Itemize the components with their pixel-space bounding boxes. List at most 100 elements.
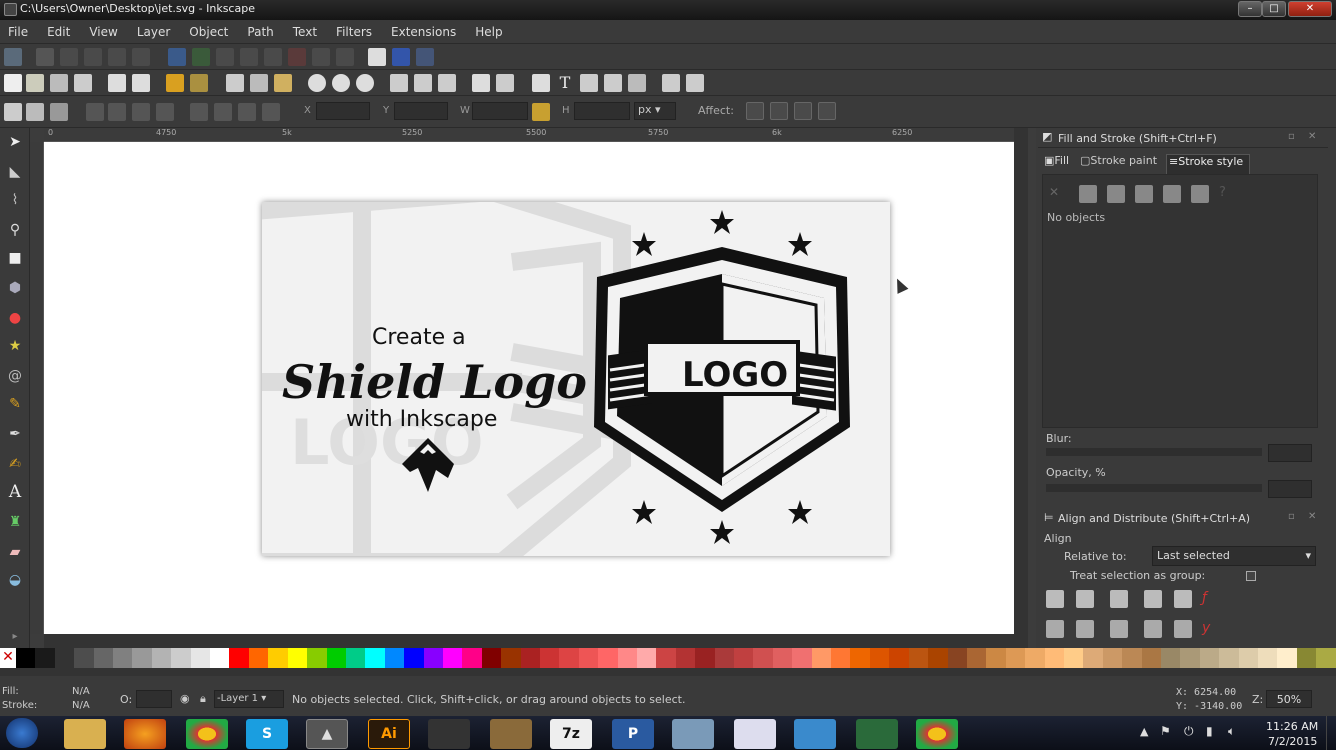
tab-fill[interactable]: ▣Fill: [1044, 154, 1080, 172]
unset-paint-icon[interactable]: ?: [1219, 185, 1237, 203]
menu-text[interactable]: Text: [293, 25, 317, 39]
palette-swatch[interactable]: [1199, 648, 1220, 668]
palette-swatch[interactable]: [501, 648, 521, 668]
palette-swatch[interactable]: [326, 648, 346, 668]
center-horizontal-axis-icon[interactable]: [1110, 620, 1128, 638]
snap-page-icon[interactable]: [368, 48, 386, 66]
align-baseline-icon[interactable]: ƒ: [1202, 590, 1220, 608]
palette-swatch[interactable]: [1122, 648, 1142, 668]
paste-icon[interactable]: [274, 74, 292, 92]
menu-help[interactable]: Help: [475, 25, 502, 39]
preferences-icon[interactable]: [662, 74, 680, 92]
publisher-taskbar-icon[interactable]: P: [612, 719, 654, 749]
menu-extensions[interactable]: Extensions: [391, 25, 456, 39]
menu-path[interactable]: Path: [247, 25, 273, 39]
palette-swatch[interactable]: [986, 648, 1006, 668]
layer-select[interactable]: -Layer 1 ▾: [214, 690, 284, 708]
snap-path-icon[interactable]: [192, 48, 210, 66]
snap-toggle-icon[interactable]: [4, 48, 22, 66]
app11-taskbar-icon[interactable]: [672, 719, 714, 749]
menu-view[interactable]: View: [89, 25, 117, 39]
affect-corners-icon[interactable]: [770, 102, 788, 120]
palette-swatch[interactable]: [1258, 648, 1278, 668]
save-icon[interactable]: [50, 74, 68, 92]
pattern-icon[interactable]: [1163, 185, 1181, 203]
align-top-edges-icon[interactable]: [1174, 620, 1192, 638]
redo-icon[interactable]: [190, 74, 208, 92]
palette-swatch[interactable]: [1102, 648, 1123, 668]
h-input[interactable]: [574, 102, 630, 120]
align-left-icon[interactable]: [1076, 590, 1094, 608]
pen-tool-icon[interactable]: ✒: [5, 424, 25, 444]
paint-taskbar-icon[interactable]: [490, 719, 532, 749]
flag-icon[interactable]: ⚑: [1160, 724, 1171, 738]
clone-icon[interactable]: [414, 74, 432, 92]
clock-date[interactable]: 7/2/2015: [1268, 735, 1317, 748]
palette-swatch[interactable]: [268, 648, 288, 668]
blur-input[interactable]: [1268, 444, 1312, 462]
firefox-taskbar-icon[interactable]: [124, 719, 166, 749]
align-close-icon[interactable]: ✕: [1308, 511, 1316, 522]
palette-swatch[interactable]: [404, 648, 424, 668]
close-button[interactable]: ✕: [1288, 1, 1332, 17]
palette-swatch[interactable]: [113, 648, 133, 668]
palette-swatch[interactable]: [578, 648, 599, 668]
align-distribute-icon[interactable]: [628, 74, 646, 92]
align-minimize-icon[interactable]: ▫: [1288, 511, 1295, 522]
show-desktop-button[interactable]: [1326, 716, 1336, 750]
menu-file[interactable]: File: [8, 25, 28, 39]
paint-bucket-tool-icon[interactable]: ◒: [5, 570, 25, 590]
fill-stroke-icon[interactable]: [532, 74, 550, 92]
snap-cusp-icon[interactable]: [264, 48, 282, 66]
raise-to-top-icon[interactable]: [190, 103, 208, 121]
linear-gradient-icon[interactable]: [1107, 185, 1125, 203]
unit-select[interactable]: px ▾: [634, 102, 676, 120]
skype-taskbar-icon[interactable]: S: [246, 719, 288, 749]
undo-icon[interactable]: [166, 74, 184, 92]
treat-group-checkbox[interactable]: [1246, 571, 1256, 581]
maximize-button[interactable]: □: [1262, 1, 1286, 17]
star-tool-icon[interactable]: ★: [5, 336, 25, 356]
zoom-input[interactable]: 50%: [1266, 690, 1312, 708]
opacity-status-input[interactable]: [136, 690, 172, 708]
align-left-edges-icon[interactable]: [1046, 590, 1064, 608]
explorer-taskbar-icon[interactable]: [64, 719, 106, 749]
toolbox-more-icon[interactable]: ▸: [5, 626, 25, 646]
palette-swatch[interactable]: [462, 648, 482, 668]
visibility-icon[interactable]: ◉: [180, 692, 190, 705]
x-input[interactable]: [316, 102, 370, 120]
no-paint-icon[interactable]: ✕: [1049, 185, 1067, 203]
snap-intersection-icon[interactable]: [216, 48, 234, 66]
palette-swatch[interactable]: [54, 648, 75, 668]
palette-swatch[interactable]: [151, 648, 172, 668]
snap-midpoint-icon[interactable]: [108, 48, 126, 66]
palette-swatch[interactable]: [1277, 648, 1297, 668]
ellipse-tool-icon[interactable]: ●: [5, 308, 25, 328]
zoom-selection-icon[interactable]: [308, 74, 326, 92]
palette-swatch[interactable]: [792, 648, 812, 668]
palette-swatch[interactable]: [190, 648, 211, 668]
palette-swatch[interactable]: [1296, 648, 1317, 668]
palette-swatch[interactable]: [35, 648, 55, 668]
import-icon[interactable]: [108, 74, 126, 92]
center-vertical-axis-icon[interactable]: [1110, 590, 1128, 608]
flip-vertical-icon[interactable]: [156, 103, 174, 121]
app12-taskbar-icon[interactable]: [734, 719, 776, 749]
flat-color-icon[interactable]: [1079, 185, 1097, 203]
palette-swatch[interactable]: [947, 648, 967, 668]
calligraphy-tool-icon[interactable]: ✍: [5, 454, 25, 474]
snap-center-icon[interactable]: [132, 48, 150, 66]
palette-swatch[interactable]: [1180, 648, 1200, 668]
unlink-clone-icon[interactable]: [438, 74, 456, 92]
palette-swatch[interactable]: [714, 648, 735, 668]
opacity-input[interactable]: [1268, 480, 1312, 498]
zoom-drawing-icon[interactable]: [332, 74, 350, 92]
select-all-layers-icon[interactable]: [26, 103, 44, 121]
minimize-button[interactable]: –: [1238, 1, 1262, 17]
zoom-tool-icon[interactable]: ⚲: [5, 220, 25, 240]
group-icon[interactable]: [472, 74, 490, 92]
document-properties-icon[interactable]: [686, 74, 704, 92]
new-document-icon[interactable]: [4, 74, 22, 92]
affect-gradients-icon[interactable]: [794, 102, 812, 120]
align-bottom-edges-icon[interactable]: [1046, 620, 1064, 638]
